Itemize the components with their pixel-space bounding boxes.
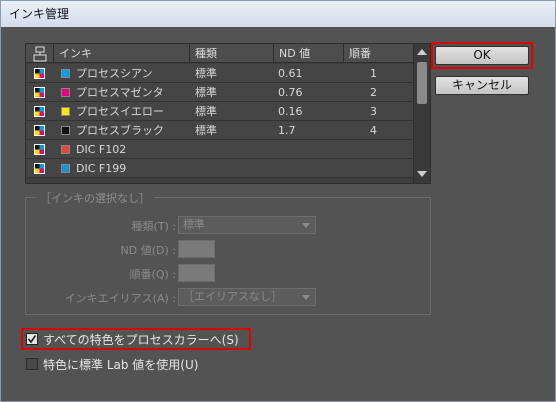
nd-label: ND 値(D) :: [120, 244, 176, 257]
color-swatch: [61, 69, 70, 78]
ink-name: DIC F102: [76, 143, 127, 156]
checkmark-icon: [27, 335, 37, 344]
ink-nd: 0.61: [278, 67, 303, 80]
ink-type: 標準: [195, 124, 217, 137]
ink-name: DIC F199: [76, 162, 127, 175]
column-header-order[interactable]: 順番: [344, 44, 414, 63]
ink-settings-group: ［インキの選択なし］ 種類(T) : 標準 ND 値(D) : 順番(Q) : …: [25, 190, 431, 315]
ink-type: 標準: [195, 67, 217, 80]
ink-table-header: インキ 種類 ND 値 順番: [26, 44, 414, 63]
all-spots-to-process-label[interactable]: すべての特色をプロセスカラーへ(S): [43, 331, 239, 348]
type-dropdown-value: 標準: [183, 218, 205, 231]
color-swatch: [61, 107, 70, 116]
column-header-nd[interactable]: ND 値: [274, 44, 344, 63]
ink-order: 1: [370, 67, 377, 80]
process-ink-icon: [34, 125, 45, 136]
color-swatch: [61, 164, 70, 173]
table-row[interactable]: プロセスシアン 標準 0.61 1: [26, 64, 414, 83]
process-ink-icon: [34, 106, 45, 117]
ink-order: 2: [370, 86, 377, 99]
table-row[interactable]: DIC F102: [26, 140, 414, 159]
scroll-up-arrow-icon[interactable]: [417, 49, 427, 55]
ink-table[interactable]: インキ 種類 ND 値 順番 プロセスシアン 標準 0.61 1 プロセスマゼン…: [25, 43, 431, 184]
cancel-button[interactable]: キャンセル: [435, 76, 529, 95]
ink-nd: 0.76: [278, 86, 303, 99]
scroll-down-arrow-icon[interactable]: [417, 171, 427, 177]
ink-nd: 1.7: [278, 124, 296, 137]
process-ink-icon: [34, 163, 45, 174]
chevron-down-icon: [302, 295, 310, 300]
ink-name: プロセスブラック: [76, 124, 164, 137]
process-ink-icon: [34, 144, 45, 155]
window-title: インキ管理: [1, 1, 555, 27]
ink-table-scrollbar[interactable]: [413, 44, 430, 183]
alias-dropdown[interactable]: ［エイリアスなし］: [178, 288, 316, 306]
group-title: ［インキの選択なし］: [36, 190, 154, 206]
alias-label: インキエイリアス(A) :: [64, 292, 176, 305]
color-swatch: [61, 88, 70, 97]
chevron-down-icon: [302, 223, 310, 228]
ink-manager-dialog: インキ管理 インキ 種類 ND 値 順番 プロセスシアン 標準 0.61 1 プ…: [0, 0, 556, 402]
ok-button[interactable]: OK: [435, 46, 529, 65]
alias-dropdown-value: ［エイリアスなし］: [183, 290, 282, 303]
color-swatch: [61, 145, 70, 154]
use-lab-values-label[interactable]: 特色に標準 Lab 値を使用(U): [43, 356, 198, 373]
ink-type: 標準: [195, 86, 217, 99]
color-swatch: [61, 126, 70, 135]
type-label: 種類(T) :: [131, 220, 176, 233]
ink-name: プロセスシアン: [76, 67, 153, 80]
ink-type-header-icon[interactable]: [26, 44, 54, 63]
table-row[interactable]: プロセスマゼンタ 標準 0.76 2: [26, 83, 414, 102]
all-spots-to-process-checkbox[interactable]: [26, 333, 38, 345]
scrollbar-thumb[interactable]: [417, 62, 427, 104]
process-ink-icon: [34, 68, 45, 79]
nd-value-field[interactable]: [178, 240, 215, 258]
ink-name: プロセスイエロー: [76, 105, 164, 118]
order-label: 順番(Q) :: [129, 268, 176, 281]
ink-order: 3: [370, 105, 377, 118]
column-header-ink[interactable]: インキ: [54, 44, 190, 63]
table-row[interactable]: DIC F199: [26, 159, 414, 178]
ink-order: 4: [370, 124, 377, 137]
table-row[interactable]: プロセスイエロー 標準 0.16 3: [26, 102, 414, 121]
use-lab-values-checkbox[interactable]: [26, 358, 38, 370]
column-header-type[interactable]: 種類: [190, 44, 274, 63]
dialog-body: インキ 種類 ND 値 順番 プロセスシアン 標準 0.61 1 プロセスマゼン…: [7, 29, 549, 395]
order-value-field[interactable]: [178, 264, 215, 282]
process-ink-icon: [34, 87, 45, 98]
type-dropdown[interactable]: 標準: [178, 216, 316, 234]
ink-nd: 0.16: [278, 105, 303, 118]
ink-name: プロセスマゼンタ: [76, 86, 164, 99]
ink-type: 標準: [195, 105, 217, 118]
table-row[interactable]: プロセスブラック 標準 1.7 4: [26, 121, 414, 140]
